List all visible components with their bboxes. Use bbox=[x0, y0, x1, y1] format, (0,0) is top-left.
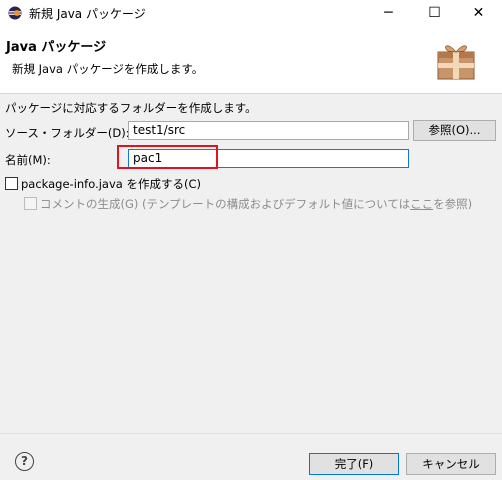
title-bar: 新規 Java パッケージ ─ ☐ ✕ bbox=[0, 0, 502, 26]
templates-link[interactable]: ここ bbox=[410, 197, 433, 211]
wizard-description: 新規 Java パッケージを作成します。 bbox=[12, 62, 204, 76]
generate-comments-checkbox bbox=[24, 197, 37, 210]
generate-comments-suffix: を参照) bbox=[433, 197, 473, 211]
cancel-button[interactable]: キャンセル bbox=[406, 453, 496, 475]
minimize-button[interactable]: ─ bbox=[366, 0, 411, 26]
section-label: パッケージに対応するフォルダーを作成します。 bbox=[5, 101, 257, 115]
wizard-content: パッケージに対応するフォルダーを作成します。 ソース・フォルダー(D): tes… bbox=[0, 94, 502, 434]
wizard-header: Java パッケージ 新規 Java パッケージを作成します。 bbox=[0, 26, 502, 94]
generate-comments-label: コメントの生成(G) (テンプレートの構成およびデフォルト値についてはここを参照… bbox=[40, 196, 472, 212]
highlight-box bbox=[117, 145, 218, 169]
source-folder-label: ソース・フォルダー(D): bbox=[5, 126, 130, 140]
generate-comments-prefix: コメントの生成(G) (テンプレートの構成およびデフォルト値については bbox=[40, 197, 411, 211]
create-package-info-label: package-info.java を作成する(C) bbox=[21, 177, 201, 191]
help-icon[interactable]: ? bbox=[15, 452, 34, 471]
name-label: 名前(M): bbox=[5, 153, 51, 167]
close-button[interactable]: ✕ bbox=[456, 0, 501, 26]
maximize-button[interactable]: ☐ bbox=[412, 0, 457, 26]
package-gift-icon bbox=[437, 45, 475, 80]
browse-button[interactable]: 参照(O)... bbox=[413, 120, 496, 141]
wizard-title: Java パッケージ bbox=[6, 40, 107, 55]
wizard-footer: ? 完了(F) キャンセル bbox=[0, 433, 502, 480]
eclipse-icon bbox=[8, 6, 22, 20]
create-package-info-checkbox[interactable] bbox=[5, 177, 18, 190]
source-folder-field[interactable]: test1/src bbox=[128, 121, 409, 140]
window-title: 新規 Java パッケージ bbox=[29, 7, 146, 21]
finish-button[interactable]: 完了(F) bbox=[309, 453, 399, 475]
